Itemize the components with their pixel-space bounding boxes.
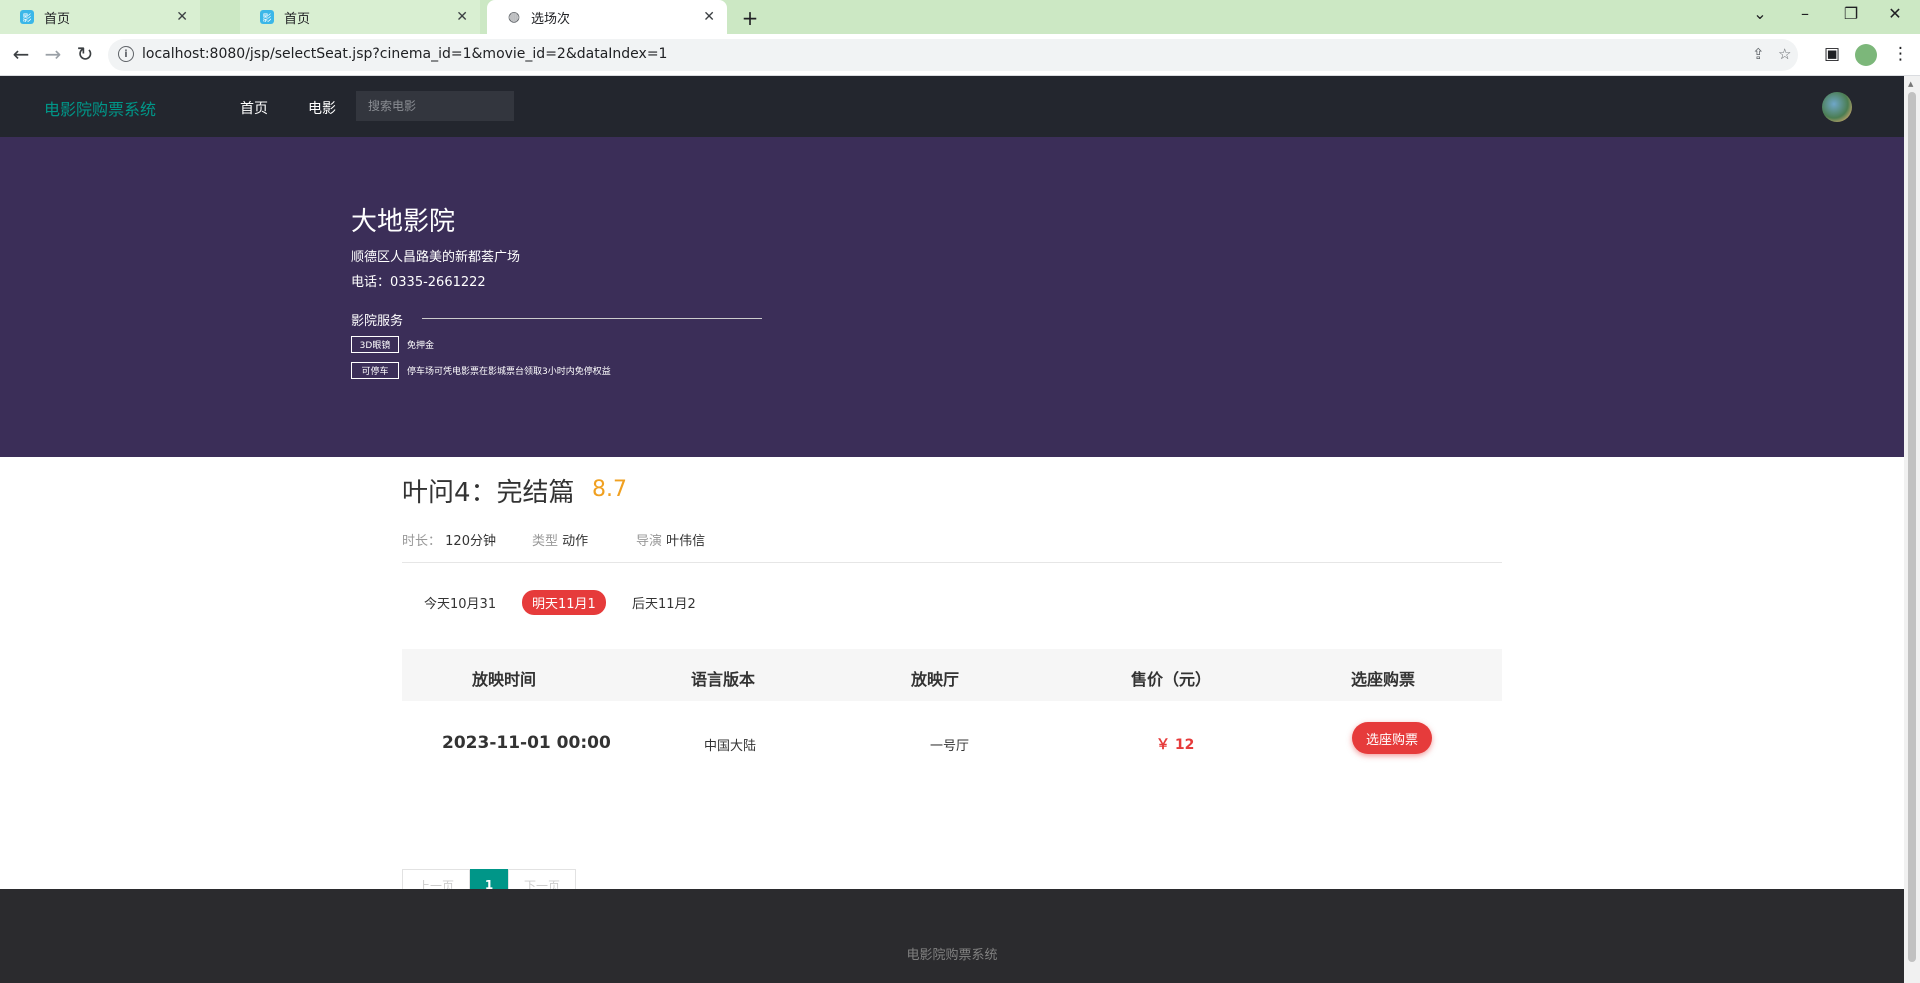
- duration-value: 120分钟: [445, 534, 496, 549]
- movie-title: 叶问4：完结篇: [402, 478, 575, 508]
- reload-icon[interactable]: ↻: [72, 42, 98, 66]
- col-header-action: 选座购票: [1351, 670, 1416, 689]
- hall-name: 一号厅: [930, 739, 970, 754]
- browser-tab-active[interactable]: ◍ 选场次 ✕: [487, 0, 727, 34]
- share-icon[interactable]: ⇪: [1752, 45, 1765, 63]
- address-bar[interactable]: i localhost:8080/jsp/selectSeat.jsp?cine…: [108, 39, 1798, 71]
- browser-toolbar: ← → ↻ i localhost:8080/jsp/selectSeat.js…: [0, 34, 1920, 76]
- url-text[interactable]: localhost:8080/jsp/selectSeat.jsp?cinema…: [142, 46, 667, 62]
- date-tab-today[interactable]: 今天10月31: [414, 590, 506, 615]
- divider: [402, 562, 1502, 563]
- site-header: 电影院购票系统 首页 电影: [0, 76, 1904, 137]
- cinema-phone: 电话：0335-2661222: [351, 275, 486, 290]
- tab-label: 选场次: [531, 11, 571, 27]
- movie-score: 8.7: [592, 477, 627, 502]
- service-item: 可停车 停车场可凭电影票在影城票台领取3小时内免停权益: [351, 362, 611, 379]
- services-title: 影院服务: [351, 314, 404, 329]
- type-value: 动作: [562, 534, 589, 549]
- col-header-language: 语言版本: [691, 670, 756, 689]
- date-tab-tomorrow[interactable]: 明天11月1: [522, 590, 606, 615]
- service-item: 3D眼镜 免押金: [351, 336, 434, 353]
- app-favicon-icon: 影: [20, 10, 34, 24]
- nav-movies[interactable]: 电影: [308, 98, 336, 118]
- site-footer: 电影院购票系统: [0, 889, 1904, 983]
- service-desc: 停车场可凭电影票在影城票台领取3小时内免停权益: [407, 367, 611, 377]
- service-tag: 可停车: [351, 362, 399, 379]
- restore-icon[interactable]: ❐: [1836, 4, 1866, 23]
- col-header-hall: 放映厅: [911, 670, 960, 689]
- services-divider: [422, 318, 762, 319]
- close-window-icon[interactable]: ✕: [1880, 4, 1910, 23]
- scrollbar-thumb[interactable]: [1908, 92, 1916, 962]
- col-header-time: 放映时间: [472, 670, 537, 689]
- globe-icon: ◍: [507, 9, 521, 25]
- back-icon[interactable]: ←: [8, 42, 34, 66]
- app-favicon-icon: 影: [260, 10, 274, 24]
- select-seat-button[interactable]: 选座购票: [1352, 722, 1432, 754]
- date-tab-day-after[interactable]: 后天11月2: [622, 590, 706, 615]
- tab-label: 首页: [284, 11, 311, 27]
- movie-duration: 时长： 120分钟: [402, 530, 496, 549]
- movie-director: 导演 叶伟信: [636, 530, 705, 549]
- minimize-icon[interactable]: –: [1790, 4, 1820, 23]
- col-header-price: 售价（元）: [1131, 670, 1212, 689]
- service-tag: 3D眼镜: [351, 336, 399, 353]
- page-viewport: 电影院购票系统 首页 电影 大地影院 顺德区人昌路美的新都荟广场 电话：0335…: [0, 76, 1904, 983]
- tab-label: 首页: [44, 11, 71, 27]
- footer-text: 电影院购票系统: [906, 948, 998, 963]
- tab-search-icon[interactable]: ⌄: [1745, 4, 1775, 23]
- avatar[interactable]: [1822, 92, 1852, 122]
- bookmark-star-icon[interactable]: ☆: [1778, 45, 1791, 63]
- show-time: 2023-11-01 00:00: [442, 733, 611, 753]
- profile-icon[interactable]: [1855, 44, 1877, 66]
- table-row: 2023-11-01 00:00 中国大陆 一号厅 ￥ 12 选座购票: [402, 701, 1502, 785]
- menu-icon[interactable]: ⋮: [1892, 44, 1909, 64]
- site-brand[interactable]: 电影院购票系统: [44, 96, 156, 120]
- site-info-icon[interactable]: i: [118, 46, 134, 62]
- scroll-up-icon[interactable]: ▲: [1908, 80, 1913, 88]
- director-label: 导演: [636, 534, 663, 549]
- cinema-banner: 大地影院 顺德区人昌路美的新都荟广场 电话：0335-2661222 影院服务 …: [0, 137, 1904, 457]
- ticket-price: ￥ 12: [1156, 737, 1195, 753]
- close-tab-icon[interactable]: ✕: [703, 9, 715, 25]
- service-desc: 免押金: [407, 341, 435, 351]
- browser-tab[interactable]: 影 首页 ✕: [0, 0, 200, 34]
- nav-home[interactable]: 首页: [240, 98, 268, 118]
- page-scrollbar[interactable]: ▲: [1904, 76, 1920, 983]
- cinema-address: 顺德区人昌路美的新都荟广场: [351, 250, 521, 265]
- side-panel-icon[interactable]: ▣: [1824, 44, 1840, 64]
- close-tab-icon[interactable]: ✕: [456, 9, 468, 25]
- movie-type: 类型 动作: [532, 530, 588, 549]
- type-label: 类型: [532, 534, 559, 549]
- language-version: 中国大陆: [704, 739, 757, 754]
- director-value: 叶伟信: [666, 534, 706, 549]
- browser-tab-strip: 影 首页 ✕ 影 首页 ✕ ◍ 选场次 ✕ + ⌄ – ❐ ✕: [0, 0, 1920, 34]
- browser-tab[interactable]: 影 首页 ✕: [240, 0, 480, 34]
- forward-icon[interactable]: →: [40, 42, 66, 66]
- close-tab-icon[interactable]: ✕: [176, 9, 188, 25]
- search-input[interactable]: [356, 91, 514, 121]
- new-tab-icon[interactable]: +: [738, 6, 762, 30]
- duration-label: 时长：: [402, 534, 442, 549]
- table-header: 放映时间 语言版本 放映厅 售价（元） 选座购票: [402, 649, 1502, 701]
- cinema-name: 大地影院: [351, 207, 456, 237]
